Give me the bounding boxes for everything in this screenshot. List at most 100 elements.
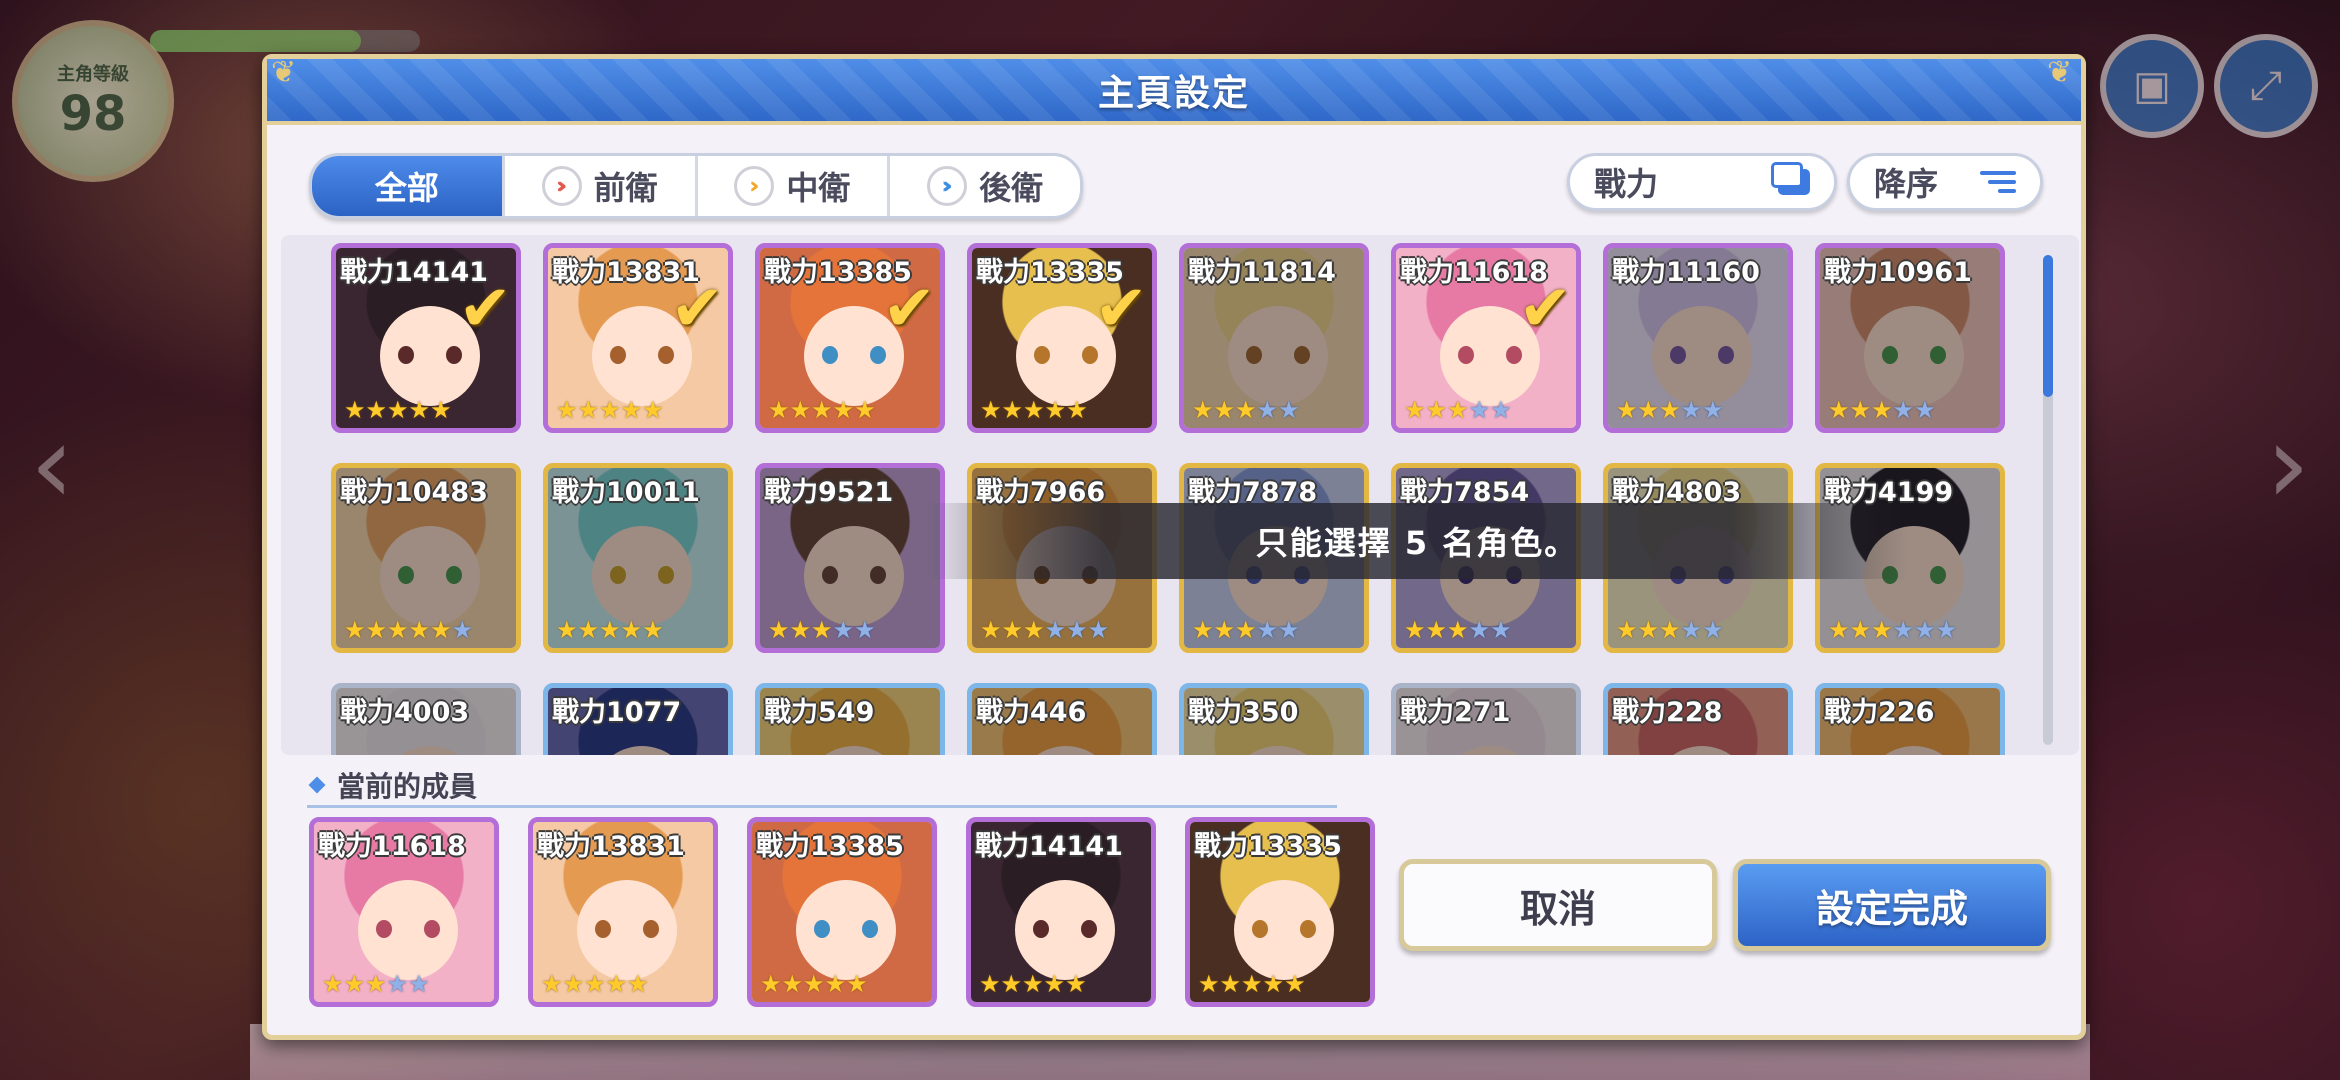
star-icon: ★ <box>1659 396 1681 424</box>
character-card[interactable]: 戰力9521 ★ ★ ★ ★ ★ <box>755 463 945 653</box>
character-card[interactable]: 戰力13385 ★ ★ ★ ★ ★ ✔ <box>755 243 945 433</box>
character-card[interactable]: 戰力14141 ★ ★ ★ ★ ★ ✔ <box>331 243 521 433</box>
star-icon: ★ <box>1213 396 1236 424</box>
star-rating: ★ ★ ★ ★ ★ <box>541 972 649 996</box>
portrait-eye <box>862 920 878 938</box>
portrait-eye <box>1081 920 1097 938</box>
cancel-button[interactable]: 取消 <box>1399 859 1717 951</box>
star-icon: ★ <box>811 396 833 424</box>
star-icon: ★ <box>1490 616 1512 644</box>
portrait-face <box>796 880 896 980</box>
star-icon: ★ <box>1659 616 1681 644</box>
star-rating: ★ ★ ★ ★ ★ ★ <box>344 618 473 642</box>
star-icon: ★ <box>1241 970 1263 998</box>
star-icon: ★ <box>1404 616 1426 644</box>
star-icon: ★ <box>1490 396 1512 424</box>
star-icon: ★ <box>1828 616 1850 644</box>
character-card[interactable]: 戰力4003 <box>331 683 521 755</box>
member-card[interactable]: 戰力11618 ★ ★ ★ ★ ★ <box>309 817 499 1007</box>
star-icon: ★ <box>854 616 876 644</box>
portrait-eye <box>376 920 392 938</box>
chevron-right-icon[interactable]: › <box>2266 400 2310 528</box>
star-icon: ★ <box>760 970 782 998</box>
portrait-eye <box>1300 920 1316 938</box>
character-card[interactable]: 戰力10011 ★ ★ ★ ★ ★ <box>543 463 733 653</box>
portrait-eye <box>1033 920 1049 938</box>
portrait-eye <box>1034 346 1050 364</box>
star-icon: ★ <box>1935 616 1958 644</box>
star-icon: ★ <box>1871 616 1893 644</box>
scroll-thumb[interactable] <box>2043 255 2053 397</box>
star-icon: ★ <box>1219 970 1242 998</box>
character-card[interactable]: 戰力11814 ★ ★ ★ ★ ★ <box>1179 243 1369 433</box>
character-card[interactable]: 戰力13335 ★ ★ ★ ★ ★ ✔ <box>967 243 1157 433</box>
star-icon: ★ <box>562 970 585 998</box>
character-card[interactable]: 戰力10483 ★ ★ ★ ★ ★ ★ <box>331 463 521 653</box>
star-rating: ★ ★ ★ ★ ★ <box>979 972 1087 996</box>
power-label: 戰力228 <box>1612 697 1723 728</box>
power-label: 戰力11618 <box>318 831 466 862</box>
star-rating: ★ ★ ★ ★ ★ <box>1192 398 1300 422</box>
portrait-eye <box>398 346 414 364</box>
star-icon: ★ <box>1235 616 1257 644</box>
character-card[interactable]: 戰力13831 ★ ★ ★ ★ ★ ✔ <box>543 243 733 433</box>
character-card[interactable]: 戰力10961 ★ ★ ★ ★ ★ <box>1815 243 2005 433</box>
star-rating: ★ ★ ★ ★ ★ <box>556 618 664 642</box>
menu-icon[interactable]: ▣ <box>2100 34 2204 138</box>
power-label: 戰力4003 <box>340 697 470 728</box>
star-icon: ★ <box>1616 396 1638 424</box>
star-icon: ★ <box>1892 616 1915 644</box>
star-icon: ★ <box>1680 396 1703 424</box>
selected-check-icon: ✔ <box>1094 272 1148 346</box>
character-card[interactable]: 戰力549 <box>755 683 945 755</box>
sort-order-toggle[interactable]: 降序 <box>1847 153 2043 211</box>
member-card[interactable]: 戰力13831 ★ ★ ★ ★ ★ <box>528 817 718 1007</box>
confirm-settings-button[interactable]: 設定完成 <box>1733 859 2051 951</box>
tab-vanguard[interactable]: ››› 前衛 <box>505 156 698 216</box>
character-card[interactable]: 戰力1077 <box>543 683 733 755</box>
star-icon: ★ <box>1278 396 1300 424</box>
expand-icon[interactable]: ⤢ <box>2214 34 2318 138</box>
star-icon: ★ <box>1023 616 1045 644</box>
member-card[interactable]: 戰力13385 ★ ★ ★ ★ ★ <box>747 817 937 1007</box>
star-icon: ★ <box>1616 616 1638 644</box>
star-icon: ★ <box>854 396 876 424</box>
dialog-title: 主頁設定 <box>1097 73 1250 114</box>
character-card[interactable]: 戰力271 <box>1391 683 1581 755</box>
power-label: 戰力350 <box>1188 697 1299 728</box>
star-icon: ★ <box>344 396 366 424</box>
dialog-title-bar: ❦ 主頁設定 ❦ <box>267 55 2081 125</box>
character-card[interactable]: 戰力11160 ★ ★ ★ ★ ★ <box>1603 243 1793 433</box>
tab-midguard[interactable]: ›› 中衛 <box>698 156 891 216</box>
tab-all[interactable]: 全部 <box>312 156 505 216</box>
portrait-eye <box>446 346 462 364</box>
diamond-bullet-icon <box>308 776 326 794</box>
tab-label: 全部 <box>374 169 439 207</box>
chevron-left-icon[interactable]: ‹ <box>30 400 74 528</box>
member-card[interactable]: 戰力14141 ★ ★ ★ ★ ★ <box>966 817 1156 1007</box>
star-icon: ★ <box>1001 616 1024 644</box>
sort-key-icon <box>1771 162 1810 195</box>
tab-label: 中衛 <box>786 169 851 207</box>
star-icon: ★ <box>365 970 387 998</box>
star-icon: ★ <box>1022 970 1044 998</box>
grid-scrollbar[interactable] <box>2043 255 2053 745</box>
star-icon: ★ <box>1404 396 1426 424</box>
character-card[interactable]: 戰力350 <box>1179 683 1369 755</box>
character-card[interactable]: 戰力11618 ★ ★ ★ ★ ★ ✔ <box>1391 243 1581 433</box>
star-rating: ★ ★ ★ ★ ★ <box>760 972 868 996</box>
selected-check-icon: ✔ <box>882 272 936 346</box>
character-card[interactable]: 戰力228 <box>1603 683 1793 755</box>
character-card[interactable]: 戰力446 <box>967 683 1157 755</box>
tab-label: 前衛 <box>593 169 658 207</box>
star-icon: ★ <box>1256 396 1279 424</box>
corner-ornament-icon: ❦ <box>271 55 297 90</box>
sort-key-select[interactable]: 戰力 <box>1567 153 1837 211</box>
character-card[interactable]: 戰力226 <box>1815 683 2005 755</box>
position-filter-tabs: 全部 ››› 前衛 ›› 中衛 ››› 後衛 <box>309 153 1083 219</box>
tab-rearguard[interactable]: ››› 後衛 <box>890 156 1080 216</box>
star-icon: ★ <box>1468 616 1491 644</box>
star-icon: ★ <box>832 396 855 424</box>
member-card[interactable]: 戰力13335 ★ ★ ★ ★ ★ <box>1185 817 1375 1007</box>
star-rating: ★ ★ ★ ★ ★ <box>1198 972 1306 996</box>
